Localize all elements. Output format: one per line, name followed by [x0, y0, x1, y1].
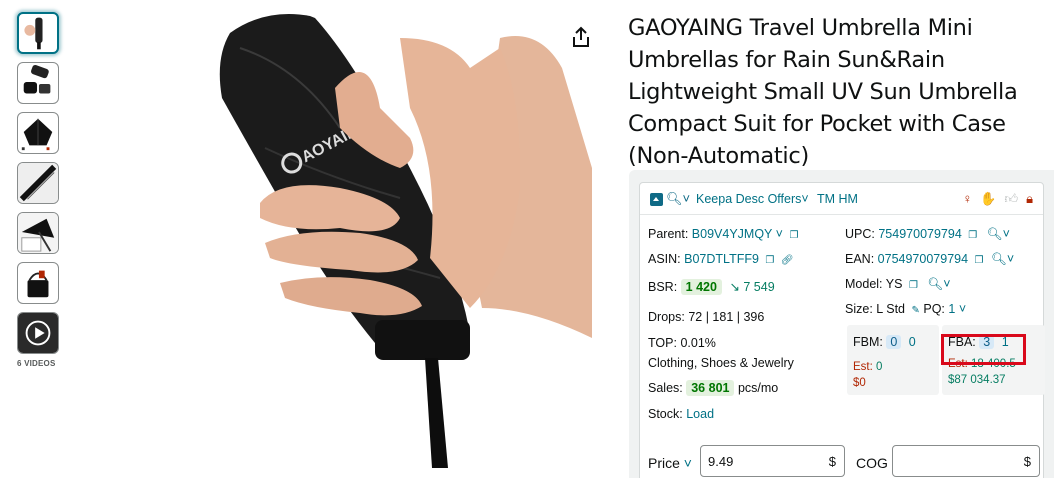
stock-label: Stock: [648, 407, 683, 421]
model-row: Model: YS ❐ 🔍︎˅ [845, 277, 951, 292]
thumbnail-video[interactable] [17, 312, 59, 354]
keepa-logo-icon[interactable] [650, 193, 663, 206]
fbm-value-2[interactable]: 0 [909, 335, 916, 349]
pin-icon[interactable]: ♀ [963, 191, 973, 207]
videos-count-label[interactable]: 6 VIDEOS [17, 359, 61, 368]
keepa-panel: 🔍︎˅ Keepa Desc Offers˅ TM HM ♀ ✋ 👍︎ 🔒︎ P… [629, 170, 1054, 478]
model-label: Model: [845, 277, 883, 291]
cog-input[interactable]: $ [892, 445, 1040, 477]
ean-link[interactable]: 0754970079794 [878, 252, 968, 266]
product-title: GAOYAING Travel Umbrella Mini Umbrellas … [628, 15, 1018, 169]
fbm-box: FBM: 0 0 Est: 0 $0 [847, 325, 939, 395]
pq-dropdown[interactable]: 1 ˅ [948, 302, 966, 316]
top-label: TOP: [648, 336, 677, 350]
thumbnail-umbrella-folded-case[interactable] [17, 62, 59, 104]
price-row: Price ˅ 9.49 $ COG $ [640, 445, 1040, 478]
drops-value: 72 | 181 | 396 [688, 310, 765, 324]
model-value: YS [885, 277, 903, 291]
edit-icon[interactable]: ✎ [912, 305, 920, 316]
thumbs-down-icon[interactable]: ✋ [980, 191, 996, 207]
price-currency: $ [828, 454, 836, 469]
keepa-toolbar: 🔍︎˅ Keepa Desc Offers˅ TM HM ♀ ✋ 👍︎ 🔒︎ [640, 183, 1043, 215]
sales-row: Sales: 36 801 pcs/mo [648, 380, 778, 396]
cog-currency: $ [1023, 454, 1031, 469]
size-value: L Std [876, 302, 906, 316]
fbm-row: FBM: 0 0 [853, 335, 916, 349]
copy-icon[interactable]: ❐ [975, 255, 984, 266]
link-icon[interactable]: 🔗︎ [781, 255, 794, 266]
bsr-row: BSR: 1 420 ↘ 7 549 [648, 279, 775, 295]
ean-row: EAN: 0754970079794 ❐ 🔍︎˅ [845, 252, 1014, 267]
drops-row: Drops: 72 | 181 | 396 [648, 310, 764, 324]
share-icon[interactable] [570, 26, 592, 48]
tm-hm-link[interactable]: TM HM [817, 192, 858, 206]
size-label: Size: [845, 302, 873, 316]
copy-icon[interactable]: ❐ [765, 255, 774, 266]
fbm-est-label: Est: [853, 361, 873, 373]
price-input[interactable]: 9.49 $ [700, 445, 845, 477]
copy-icon[interactable]: ❐ [909, 280, 918, 291]
model-search-icon[interactable]: 🔍︎˅ [927, 277, 950, 291]
price-value: 9.49 [708, 454, 734, 469]
toolbar-icons: ♀ ✋ 👍︎ 🔒︎ [963, 191, 1033, 207]
sales-value: 36 801 [686, 380, 735, 396]
parent-row: Parent: B09V4YJMQY ˅ ❐ [648, 227, 798, 241]
ean-label: EAN: [845, 252, 875, 266]
asin-label: ASIN: [648, 252, 681, 266]
thumbs-up-icon[interactable]: 👍︎ [1004, 191, 1018, 207]
drops-label: Drops: [648, 310, 685, 324]
parent-label: Parent: [648, 227, 689, 241]
sales-label: Sales: [648, 381, 683, 395]
fbm-est-row: Est: 0 [853, 361, 882, 373]
asin-link[interactable]: B07DTLTFF9 [684, 252, 759, 266]
category-link[interactable]: Clothing, Shoes & Jewelry [648, 356, 794, 370]
upc-link[interactable]: 754970079794 [878, 227, 961, 241]
keepa-box: 🔍︎˅ Keepa Desc Offers˅ TM HM ♀ ✋ 👍︎ 🔒︎ P… [639, 182, 1045, 478]
keepa-desc-offers-link[interactable]: Keepa Desc Offers˅ [696, 192, 809, 206]
stock-row: Stock: Load [648, 407, 714, 421]
bsr-value: 1 420 [680, 279, 722, 295]
bsr-trend: ↘ 7 549 [729, 280, 775, 294]
sales-unit: pcs/mo [737, 381, 779, 395]
thumbnail-umbrella-bag[interactable] [17, 262, 59, 304]
fbm-label: FBM: [853, 335, 883, 349]
parent-asin-link[interactable]: B09V4YJMQY ˅ [692, 227, 783, 241]
bsr-label: BSR: [648, 280, 678, 294]
upc-row: UPC: 754970079794 ❐ 🔍︎˅ [845, 227, 1010, 242]
stock-load-link[interactable]: Load [686, 407, 714, 421]
product-page: 6 VIDEOS AOYAING GAOYAING Travel Umbrell… [0, 0, 1054, 478]
asin-row: ASIN: B07DTLTFF9 ❐ 🔗︎ [648, 252, 794, 266]
size-row: Size: L Std ✎ PQ: 1 ˅ [845, 302, 966, 316]
main-product-image[interactable]: AOYAING [170, 8, 592, 470]
lock-icon[interactable]: 🔒︎ [1026, 191, 1033, 207]
thumbnail-umbrella-closed[interactable] [17, 12, 59, 54]
top-row: TOP: 0.01% [648, 336, 716, 350]
copy-icon[interactable]: ❐ [968, 230, 977, 241]
thumbnail-umbrella-detail[interactable] [17, 162, 59, 204]
upc-label: UPC: [845, 227, 875, 241]
top-value: 0.01% [680, 336, 716, 350]
ean-search-icon[interactable]: 🔍︎˅ [991, 252, 1014, 266]
fbm-value-1[interactable]: 0 [886, 335, 902, 349]
search-dropdown-icon[interactable]: 🔍︎˅ [666, 191, 690, 207]
fbm-est-value: 0 [876, 361, 883, 373]
thumbnail-umbrella-open[interactable] [17, 112, 59, 154]
upc-search-icon[interactable]: 🔍︎˅ [987, 227, 1010, 241]
cog-label: COG [856, 455, 888, 471]
fba-revenue: $87 034.37 [948, 374, 1006, 386]
copy-icon[interactable]: ❐ [789, 230, 798, 241]
fba-highlight-box [941, 334, 1026, 365]
fbm-revenue: $0 [853, 377, 866, 389]
price-label[interactable]: Price ˅ [648, 455, 692, 471]
pq-label: PQ: [923, 302, 945, 316]
thumbnail-umbrella-sun[interactable] [17, 212, 59, 254]
thumbnail-strip: 6 VIDEOS [17, 12, 61, 368]
